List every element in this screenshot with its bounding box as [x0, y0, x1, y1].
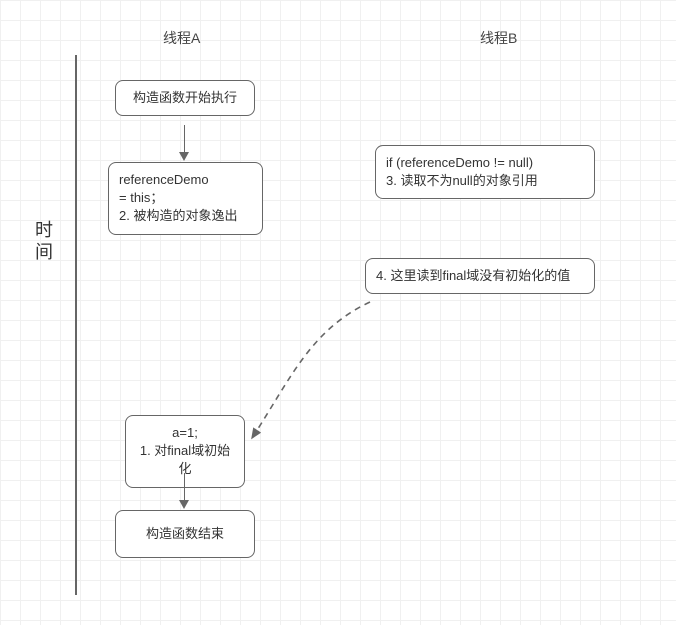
- dashed-arrow: [0, 0, 676, 625]
